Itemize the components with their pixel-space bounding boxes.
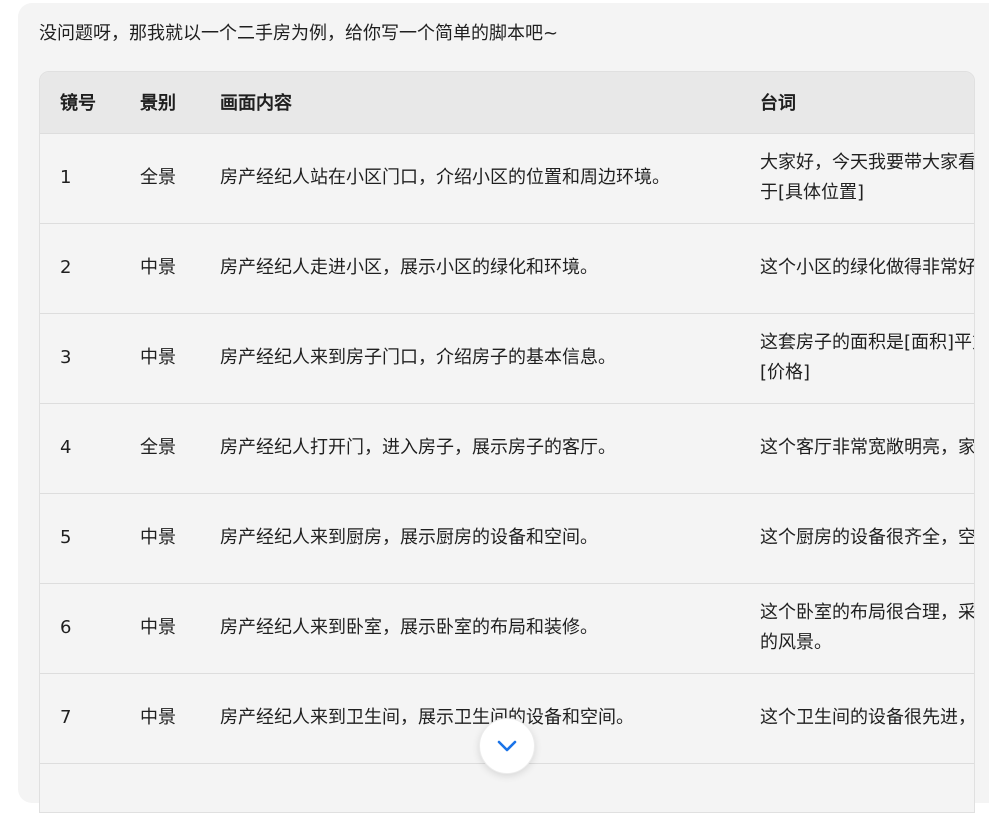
cell-scene-content: 房产经纪人走进小区，展示小区的绿化和环境。 [220,257,598,278]
cell-shot-number: 3 [60,347,72,368]
dialogue-text: 这个卧室的布局很合理，采光很好，站在窗边可以看到外面的风景。 [760,602,975,653]
cell-dialogue: 这个小区的绿化做得非常好，环境优美，非常适合居住。 [740,223,975,313]
cell-shot-number: 1 [60,167,72,188]
header-scene-content: 画面内容 [220,93,292,115]
cell-scene-content: 房产经纪人打开门，进入房子，展示房子的客厅。 [220,437,616,458]
cell-shot-size: 中景 [140,257,176,278]
script-table: 镜号 景别 画面内容 台词 1 全景 房产经纪人站在小区门口，介绍小区的位置和周… [40,72,975,812]
table-row: 5 中景 房产经纪人来到厨房，展示厨房的设备和空间。 这个厨房的设备很齐全，空间… [40,493,975,583]
cell-scene-content: 房产经纪人来到卫生间，展示卫生间的设备和空间。 [220,707,634,728]
header-dialogue: 台词 [760,93,796,115]
cell-shot-number: 4 [60,437,72,458]
scroll-down-button[interactable] [479,718,535,774]
cell-scene-content: 房产经纪人来到房子门口，介绍房子的基本信息。 [220,347,616,368]
dialogue-text: 这套房子的面积是[面积]平方米，有[房间数]个房间，价格是[价格] [760,332,974,383]
cell-dialogue: 这个客厅非常宽敞明亮，家具家电一应俱全。 [740,403,975,493]
table-header-row: 镜号 景别 画面内容 台词 [40,72,974,133]
cell-shot-size: 中景 [140,527,176,548]
dialogue-text: 这个厨房的设备很齐全，空间足够满足日常需求。 [760,527,975,548]
message-intro: 没问题呀，那我就以一个二手房为例，给你写一个简单的脚本吧~ [39,23,559,44]
dialogue-text: 大家好，今天我要带大家看的房子在这个小区，这个小区位于[具体位置] [760,152,975,203]
cell-dialogue: 大家好，今天我要带大家看的房子在这个小区，这个小区位于[具体位置] [740,133,975,223]
cell-shot-size: 全景 [140,437,176,458]
header-shot-size: 景别 [140,93,176,115]
cell-scene-content: 房产经纪人站在小区门口，介绍小区的位置和周边环境。 [220,167,670,188]
cell-dialogue: 这套房子的面积是[面积]平方米，有[房间数]个房间，价格是[价格] [740,313,974,403]
dialogue-text: 这个卫生间的设备很先进，还有浴缸，可以泡个舒服的澡。 [760,707,975,728]
cell-dialogue: 这个卫生间的设备很先进，还有浴缸，可以泡个舒服的澡。 [740,673,975,763]
script-table-container[interactable]: 镜号 景别 画面内容 台词 1 全景 房产经纪人站在小区门口，介绍小区的位置和周… [39,71,975,813]
cell-shot-size: 中景 [140,617,176,638]
cell-shot-number: 5 [60,527,72,548]
cell-shot-number: 2 [60,257,72,278]
dialogue-text: 这个客厅非常宽敞明亮，家具家电一应俱全。 [760,437,975,458]
cell-shot-size: 全景 [140,167,176,188]
table-row: 1 全景 房产经纪人站在小区门口，介绍小区的位置和周边环境。 大家好，今天我要带… [40,133,975,223]
table-row: 6 中景 房产经纪人来到卧室，展示卧室的布局和装修。 这个卧室的布局很合理，采光… [40,583,975,673]
table-row: 4 全景 房产经纪人打开门，进入房子，展示房子的客厅。 这个客厅非常宽敞明亮，家… [40,403,975,493]
dialogue-text: 这个小区的绿化做得非常好，环境优美，非常适合居住。 [760,257,975,278]
header-shot-number: 镜号 [60,93,96,115]
cell-shot-size: 中景 [140,707,176,728]
cell-shot-number: 6 [60,617,72,638]
cell-dialogue: 这个厨房的设备很齐全，空间足够满足日常需求。 [740,493,975,583]
cell-scene-content: 房产经纪人来到卧室，展示卧室的布局和装修。 [220,617,598,638]
table-row: 3 中景 房产经纪人来到房子门口，介绍房子的基本信息。 这套房子的面积是[面积]… [40,313,974,403]
cell-shot-number: 7 [60,707,72,728]
cell-scene-content: 房产经纪人来到厨房，展示厨房的设备和空间。 [220,527,598,548]
cell-shot-size: 中景 [140,347,176,368]
cell-dialogue: 这个卧室的布局很合理，采光很好，站在窗边可以看到外面的风景。 [740,583,975,673]
table-row: 2 中景 房产经纪人走进小区，展示小区的绿化和环境。 这个小区的绿化做得非常好，… [40,223,975,313]
chevron-down-icon [497,740,517,752]
